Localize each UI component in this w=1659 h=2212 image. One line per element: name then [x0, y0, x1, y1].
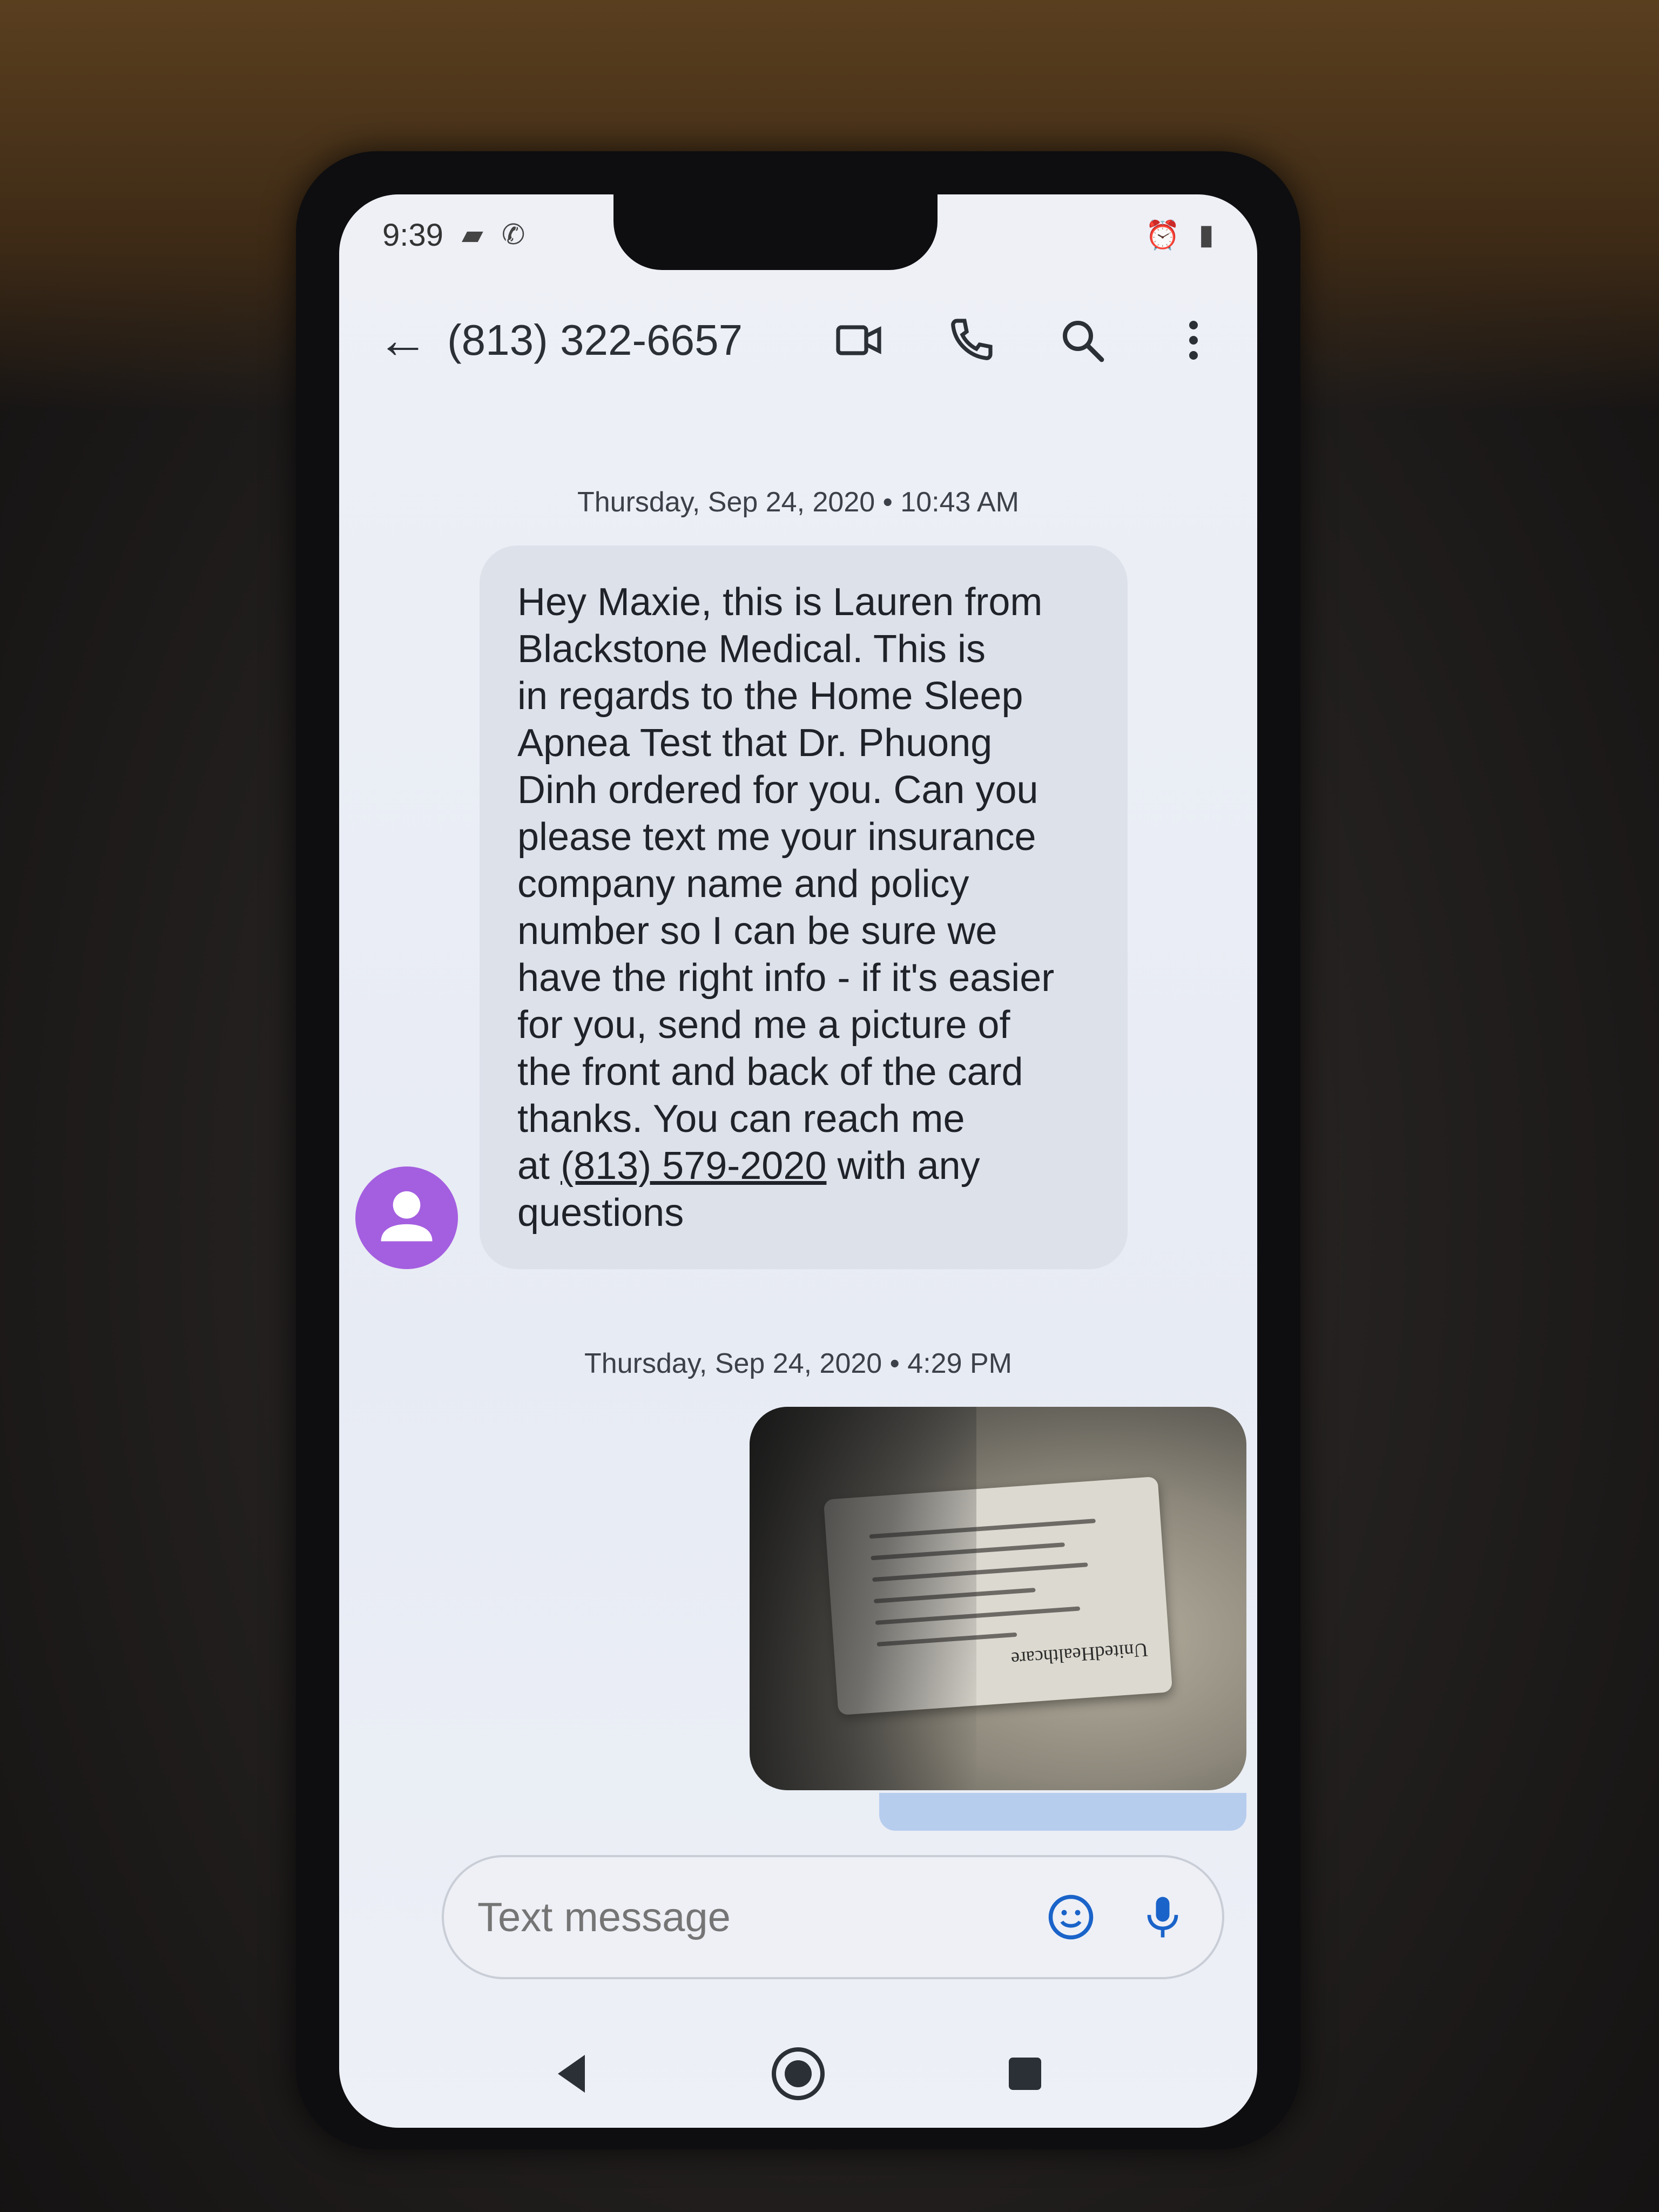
message-line: for you, send me a picture of — [517, 1003, 1010, 1047]
conversation-app-bar: ← (813) 322-6657 — [339, 286, 1257, 394]
message-line: the front and back of the card — [517, 1050, 1023, 1094]
messages-screen: 9:39 ▰ ✆ ⏰ ▮ ← (813) 322-6657 Thursday, … — [339, 194, 1257, 2128]
message-text-suffix: with any — [826, 1144, 980, 1188]
search-icon[interactable] — [1056, 314, 1108, 366]
message-line: questions — [517, 1191, 684, 1235]
message-line-with-link: at (813) 579-2020 with any — [517, 1143, 1090, 1190]
emoji-icon[interactable] — [1044, 1890, 1098, 1944]
message-timestamp: Thursday, Sep 24, 2020 • 10:43 AM — [577, 487, 1019, 518]
message-line: Blackstone Medical. This is — [517, 628, 986, 671]
more-options-icon[interactable] — [1168, 314, 1219, 366]
alarm-icon: ⏰ — [1145, 219, 1181, 251]
message-line: thanks. You can reach me — [517, 1097, 965, 1141]
battery-icon: ▮ — [1198, 219, 1214, 251]
message-line: please text me your insurance — [517, 815, 1036, 859]
message-line: Apnea Test that Dr. Phuong — [517, 721, 993, 765]
message-notification-icon: ▰ — [461, 219, 483, 251]
status-right: ⏰ ▮ — [1145, 219, 1214, 252]
nav-back-icon[interactable] — [539, 2041, 604, 2106]
incoming-message-bubble[interactable]: Hey Maxie, this is Lauren from Blackston… — [480, 545, 1128, 1269]
call-notification-icon: ✆ — [501, 219, 525, 251]
app-bar-actions — [834, 314, 1219, 366]
nav-recents-icon[interactable] — [993, 2041, 1057, 2106]
message-timestamp: Thursday, Sep 24, 2020 • 4:29 PM — [584, 1348, 1012, 1379]
text-message-input[interactable] — [476, 1893, 1006, 1941]
contact-avatar[interactable] — [355, 1166, 458, 1269]
camera-notch — [613, 194, 938, 270]
outgoing-image-message[interactable]: UnitedHealthcare — [750, 1407, 1246, 1790]
video-call-icon[interactable] — [834, 314, 886, 366]
microphone-icon[interactable] — [1136, 1890, 1190, 1944]
navigation-bar — [339, 2031, 1257, 2117]
outgoing-message-bubble-edge — [879, 1793, 1246, 1831]
compose-field[interactable] — [442, 1855, 1224, 1979]
message-line: number so I can be sure we — [517, 909, 997, 953]
card-brand-logo: UnitedHealthcare — [1010, 1638, 1149, 1670]
status-left: 9:39 ▰ ✆ — [382, 217, 525, 253]
message-line: Hey Maxie, this is Lauren from — [517, 581, 1043, 624]
message-line: company name and policy — [517, 862, 969, 906]
person-icon — [381, 1191, 433, 1242]
phone-number-link[interactable]: (813) 579-2020 — [561, 1144, 826, 1188]
back-arrow-icon[interactable]: ← — [377, 311, 447, 370]
contact-title[interactable]: (813) 322-6657 — [447, 315, 834, 365]
nav-home-icon[interactable] — [766, 2041, 831, 2106]
phone-call-icon[interactable] — [945, 314, 997, 366]
message-text-prefix: at — [517, 1144, 561, 1188]
status-time: 9:39 — [382, 217, 443, 253]
message-line: Dinh ordered for you. Can you — [517, 768, 1038, 812]
compose-bar — [339, 1847, 1257, 1987]
photo-shadow — [750, 1407, 976, 1790]
message-line: in regards to the Home Sleep — [517, 675, 1023, 718]
message-line: have the right info - if it's easier — [517, 956, 1055, 1000]
